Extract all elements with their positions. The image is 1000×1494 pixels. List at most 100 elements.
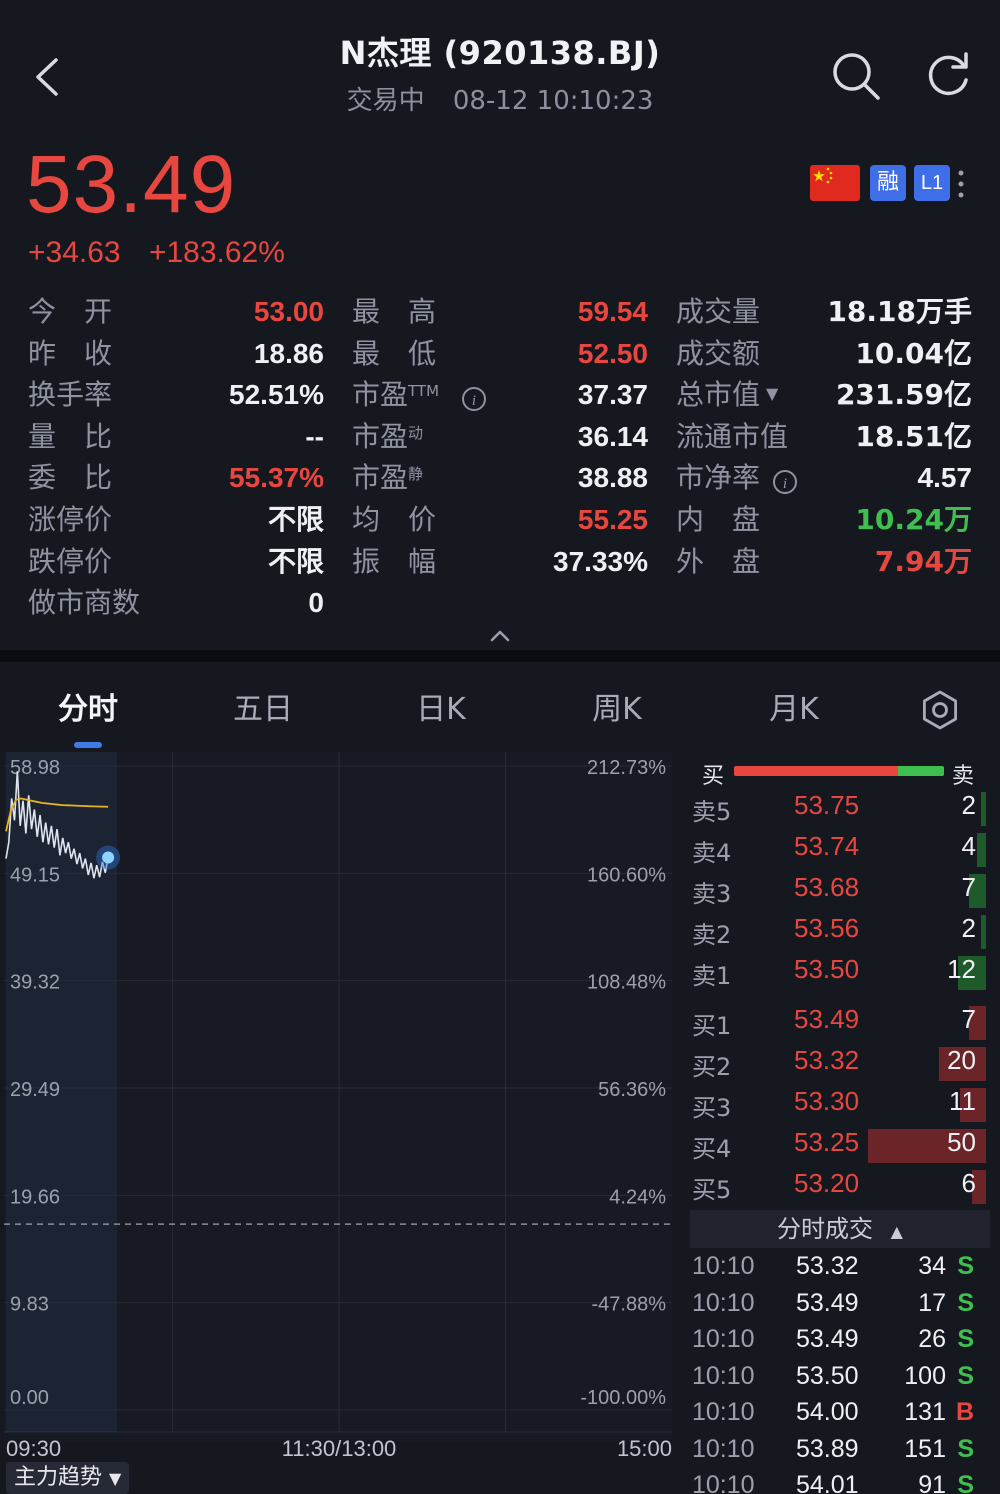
bid-row[interactable]: 买3 53.30 11 <box>690 1084 990 1124</box>
volume-bar <box>981 792 986 826</box>
main-force-trend-dropdown[interactable]: 主力趋势 ▼ <box>6 1462 130 1494</box>
tab-4[interactable]: 月K <box>734 686 854 734</box>
tick-row: 10:10 53.32 34 S <box>690 1250 990 1286</box>
hexagon-settings-icon[interactable] <box>918 688 962 732</box>
tick-volume: 34 <box>918 1252 946 1280</box>
stat-label: 市盈静 <box>352 458 423 498</box>
level-price: 53.49 <box>794 1004 860 1034</box>
ratio-bar-sell-part <box>897 766 944 776</box>
level-label: 卖1 <box>692 962 732 990</box>
tick-trades-header[interactable]: 分时成交 ▲ <box>690 1210 990 1248</box>
tick-price: 53.89 <box>796 1434 859 1463</box>
stat-label-text: 振 幅 <box>352 544 437 578</box>
level-volume: 4 <box>961 831 976 861</box>
ask-row[interactable]: 卖5 53.75 2 <box>690 788 990 828</box>
stat-label: 均 价 <box>352 500 436 540</box>
tick-time: 10:10 <box>692 1434 755 1463</box>
stat-value: 52.50 <box>577 337 648 369</box>
stat-value: 55.37% <box>229 462 324 494</box>
tick-volume: 131 <box>904 1398 946 1426</box>
change-amount: +34.63 <box>28 236 121 269</box>
stat-value: 38.88 <box>577 462 648 494</box>
level-price: 53.20 <box>794 1168 860 1198</box>
stat-label-text: 市盈 <box>352 419 409 453</box>
stat-value: 37.37 <box>577 379 648 411</box>
stat-label-text: 外 盘 <box>676 544 761 578</box>
more-vertical-icon[interactable] <box>955 167 967 201</box>
level-label: 买3 <box>692 1094 732 1122</box>
tick-volume: 151 <box>904 1434 946 1463</box>
intraday-chart-canvas[interactable]: 58.98 212.73%49.15 160.60%39.32 108.48%29.4… <box>0 752 680 1494</box>
stat-label: 内 盘 <box>676 500 760 540</box>
level-price: 53.25 <box>794 1127 860 1157</box>
level-volume: 20 <box>947 1045 976 1075</box>
tab-1[interactable]: 五日 <box>203 686 323 734</box>
level-price: 53.56 <box>794 913 860 943</box>
stat-label-superscript: TTM <box>408 382 440 401</box>
level-volume: 12 <box>947 954 976 984</box>
bid-row[interactable]: 买1 53.49 7 <box>690 1002 990 1042</box>
x-tick: 09:30 <box>6 1436 61 1461</box>
tick-volume: 17 <box>918 1288 946 1317</box>
section-divider <box>0 650 1000 662</box>
stat-label-text: 今 开 <box>28 295 113 328</box>
y-left-tick: 19.66 <box>10 1186 60 1208</box>
tick-time: 10:10 <box>692 1325 755 1353</box>
stat-label: 做市商数 <box>28 583 140 623</box>
collapse-chevron-up-icon[interactable] <box>488 626 512 644</box>
china-flag-icon <box>810 165 860 201</box>
y-right-tick: 212.73% <box>587 757 666 779</box>
tick-time: 10:10 <box>692 1471 755 1494</box>
stat-value: 7.94万 <box>874 544 972 578</box>
stat-label-text: 总市值 <box>676 378 761 412</box>
stat-value: 37.33% <box>553 545 648 577</box>
margin-trading-badge[interactable]: 融 <box>870 165 906 201</box>
stat-value: 10.24万 <box>855 503 972 536</box>
level-volume: 2 <box>961 913 976 943</box>
orderbook-sell-label: 卖 <box>952 764 975 789</box>
stat-value: 0 <box>308 587 324 619</box>
intraday-chart[interactable]: 58.98 212.73% 49.15 160.60% 39.32 108.48% 29.4… <box>0 752 680 1494</box>
trade-status: 交易中 <box>346 86 425 116</box>
dropdown-triangle-icon: ▼ <box>109 1469 122 1488</box>
tab-2[interactable]: 日K <box>381 686 501 734</box>
stat-label-superscript: 动 <box>408 423 424 442</box>
level-price: 53.75 <box>794 790 860 820</box>
y-right-tick: 4.24% <box>609 1186 666 1208</box>
tab-0[interactable]: 分时 <box>28 686 148 734</box>
tick-price: 54.00 <box>796 1398 859 1426</box>
ask-row[interactable]: 卖1 53.50 12 <box>690 952 990 992</box>
level-volume: 11 <box>949 1086 976 1116</box>
stat-label-text: 市盈 <box>352 461 409 495</box>
stat-value: 4.57 <box>917 462 973 494</box>
stat-label: 外 盘 <box>676 542 760 582</box>
tick-side: B <box>955 1398 974 1426</box>
stat-value: 18.18万手 <box>827 295 972 328</box>
pe-ttm-info-icon[interactable]: i <box>461 386 487 412</box>
tab-3[interactable]: 周K <box>557 686 677 734</box>
y-left-tick: 0.00 <box>10 1387 49 1409</box>
market-cap-dropdown-icon[interactable]: ▼ <box>766 384 778 403</box>
pb-info-icon[interactable]: i <box>772 469 798 495</box>
ask-row[interactable]: 卖3 53.68 7 <box>690 870 990 910</box>
refresh-icon[interactable] <box>920 48 976 104</box>
stat-value: 53.00 <box>253 296 324 327</box>
level-label: 买1 <box>692 1012 732 1040</box>
bid-row[interactable]: 买5 53.20 6 <box>690 1166 990 1206</box>
level-volume: 2 <box>961 790 976 820</box>
level-label: 买4 <box>692 1135 732 1163</box>
tick-row: 10:10 53.49 26 S <box>690 1323 990 1359</box>
bid-row[interactable]: 买4 53.25 50 <box>690 1125 990 1165</box>
tick-price: 53.49 <box>796 1288 859 1317</box>
ask-row[interactable]: 卖2 53.56 2 <box>690 911 990 951</box>
level-volume: 7 <box>961 1004 976 1034</box>
search-icon[interactable] <box>828 48 884 104</box>
level1-badge[interactable]: L1 <box>914 165 950 201</box>
tick-side: S <box>957 1252 974 1280</box>
bid-row[interactable]: 买2 53.32 20 <box>690 1043 990 1083</box>
ask-row[interactable]: 卖4 53.74 4 <box>690 829 990 869</box>
change-percent: +183.62% <box>148 236 285 269</box>
level-label: 卖4 <box>692 839 732 867</box>
tick-row: 10:10 54.00 131 B <box>690 1396 990 1432</box>
tick-side: S <box>957 1288 974 1317</box>
